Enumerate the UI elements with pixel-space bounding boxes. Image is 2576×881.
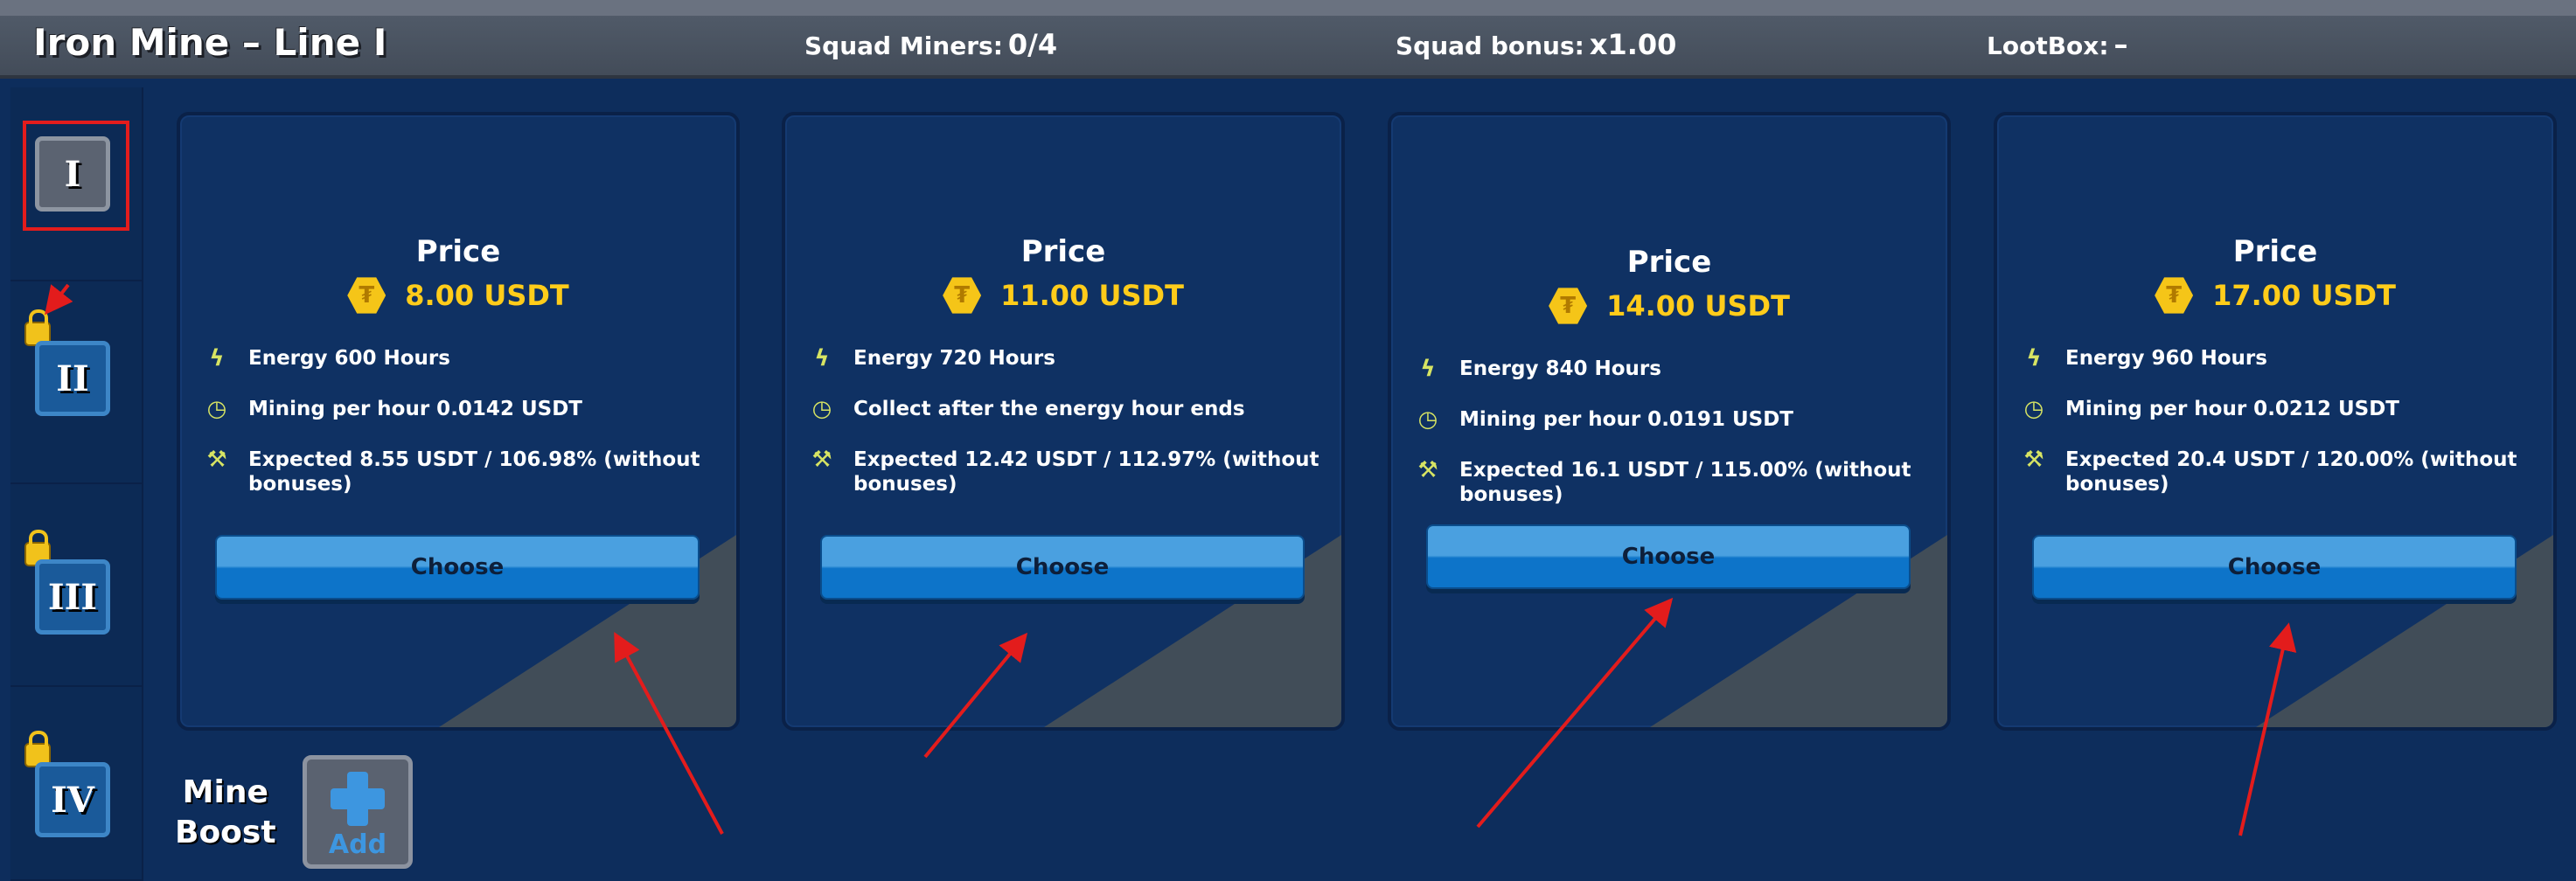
annotation-arrow xyxy=(1476,597,1674,829)
annotation-arrow xyxy=(614,631,724,835)
annotation-arrow xyxy=(2238,622,2297,836)
annotation-arrow xyxy=(923,632,1028,759)
annotation-arrows xyxy=(45,283,2297,836)
annotation-arrow xyxy=(45,283,73,316)
